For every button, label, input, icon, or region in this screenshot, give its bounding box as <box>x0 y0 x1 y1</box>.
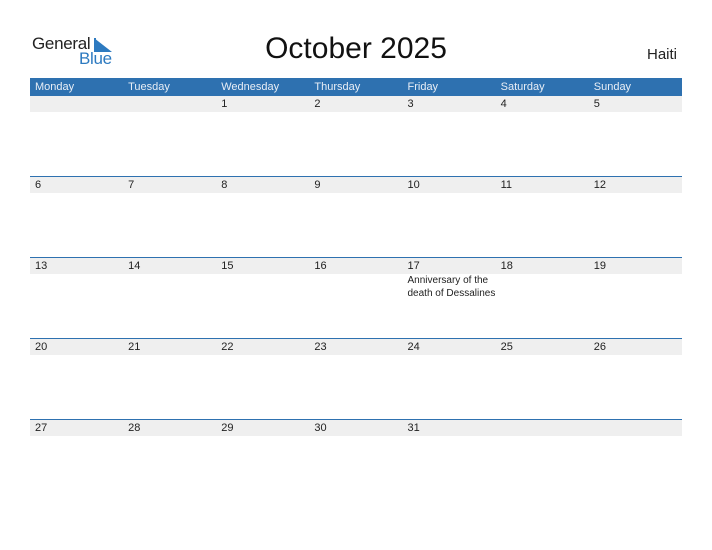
weekday-monday: Monday <box>35 81 75 93</box>
holiday-event <box>30 274 123 300</box>
day-number <box>496 420 589 436</box>
day-number: 6 <box>35 179 42 191</box>
day-number: 4 <box>500 98 507 110</box>
day-number: 13 <box>35 260 48 272</box>
day-number: 30 <box>314 422 327 434</box>
date-band: 27 28 29 30 31 <box>30 419 682 436</box>
holiday-event <box>589 274 682 300</box>
events-row: Anniversary of the death of Dessalines <box>30 274 682 300</box>
weekday-friday: Friday <box>407 81 439 93</box>
weekday-tuesday: Tuesday <box>128 81 170 93</box>
day-number: 5 <box>593 98 600 110</box>
day-number: 29 <box>221 422 234 434</box>
day-number: 25 <box>500 341 513 353</box>
weekday-sunday: Sunday <box>593 81 632 93</box>
day-number <box>123 96 216 112</box>
week-row: 20 21 22 23 24 25 26 <box>30 338 682 355</box>
day-number: 31 <box>407 422 420 434</box>
day-number: 17 <box>407 260 420 272</box>
day-number: 28 <box>128 422 141 434</box>
date-band: 20 21 22 23 24 25 26 <box>30 338 682 355</box>
holiday-event <box>309 274 402 300</box>
day-number: 18 <box>500 260 513 272</box>
holiday-event <box>123 274 216 300</box>
holiday-event: Anniversary of the death of Dessalines <box>407 275 496 299</box>
day-number: 10 <box>407 179 420 191</box>
weekday-wednesday: Wednesday <box>221 81 280 93</box>
day-number <box>589 420 682 436</box>
week-row: 1 2 3 4 5 <box>30 96 682 112</box>
weekday-saturday: Saturday <box>500 81 545 93</box>
page-title: October 2025 <box>265 32 447 65</box>
date-band: 13 14 15 16 17 18 19 <box>30 257 682 274</box>
week-row: 6 7 8 9 10 11 12 <box>30 176 682 193</box>
week-row: 27 28 29 30 31 <box>30 419 682 436</box>
country-label: Haiti <box>646 46 677 63</box>
day-number: 7 <box>128 179 135 191</box>
day-number: 14 <box>128 260 141 272</box>
day-number: 27 <box>35 422 48 434</box>
day-number: 15 <box>221 260 234 272</box>
holiday-event <box>216 274 309 300</box>
date-band: 6 7 8 9 10 11 12 <box>30 176 682 193</box>
weekday-thursday: Thursday <box>314 81 361 93</box>
day-number: 23 <box>314 341 327 353</box>
day-number: 19 <box>593 260 606 272</box>
holiday-event <box>496 274 589 300</box>
day-number: 11 <box>500 179 513 191</box>
date-band: 1 2 3 4 5 <box>30 96 682 112</box>
day-number: 22 <box>221 341 234 353</box>
day-number: 1 <box>221 98 228 110</box>
day-number: 26 <box>593 341 606 353</box>
day-number: 8 <box>221 179 228 191</box>
day-number: 3 <box>407 98 414 110</box>
day-number: 21 <box>128 341 141 353</box>
day-number <box>30 96 123 112</box>
day-number: 2 <box>314 98 321 110</box>
week-row: 13 14 15 16 17 18 19 Anniversary of the death o… <box>30 257 682 300</box>
day-number: 24 <box>407 341 420 353</box>
day-number: 12 <box>593 179 606 191</box>
day-number: 20 <box>35 341 48 353</box>
day-number: 9 <box>314 179 321 191</box>
day-number: 16 <box>314 260 327 272</box>
weekday-header: Monday Tuesday Wednesday Thursday Friday… <box>30 78 682 96</box>
